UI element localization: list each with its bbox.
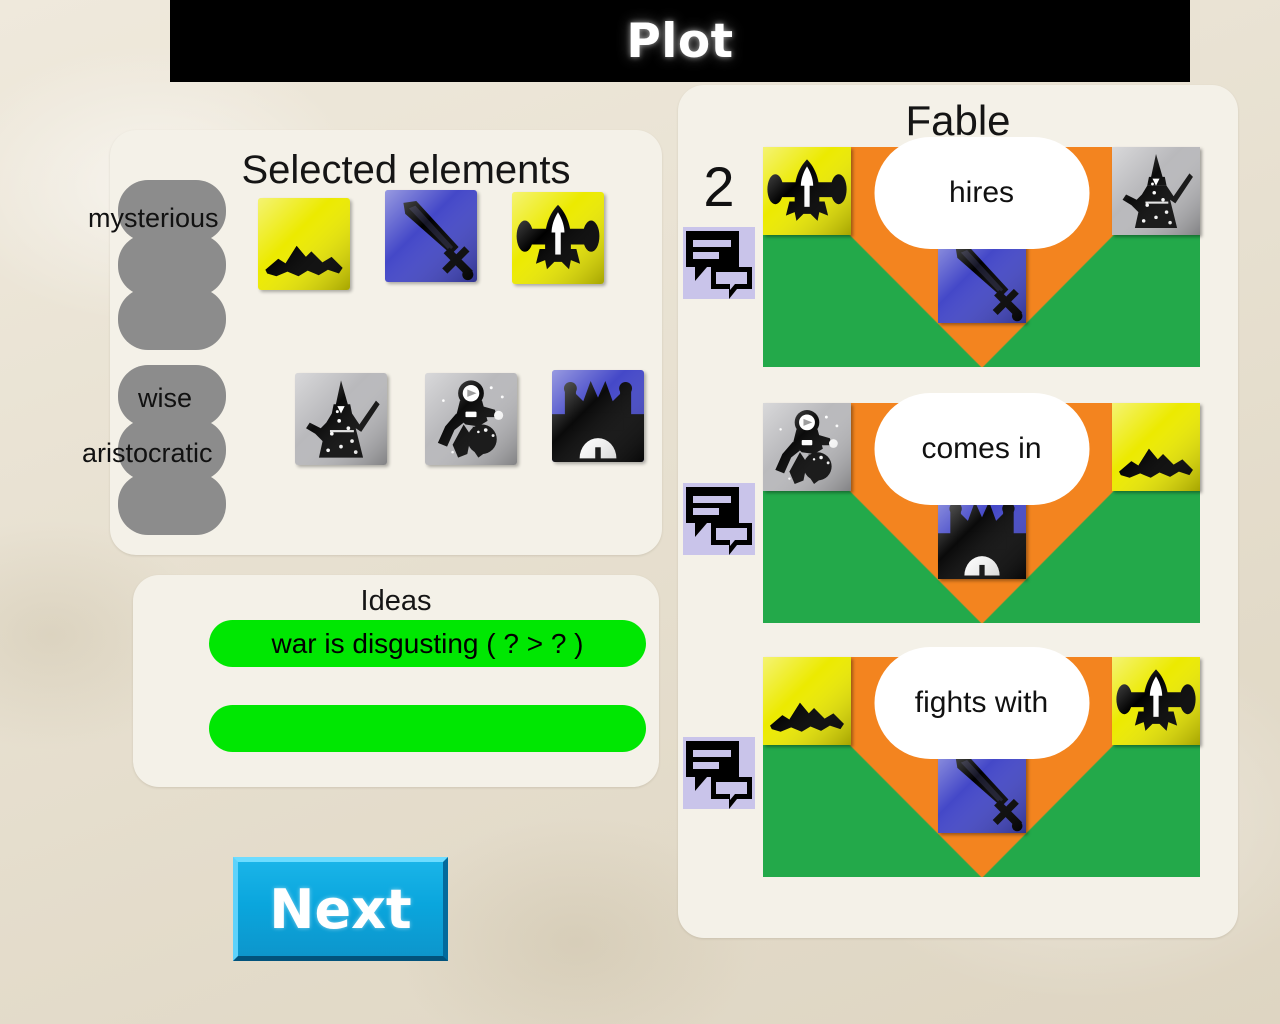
ideas-title: Ideas — [360, 585, 432, 617]
fable-row[interactable]: comes in — [683, 393, 1200, 623]
fable-tile-left[interactable] — [763, 147, 851, 235]
fable-tile-right[interactable] — [1112, 147, 1200, 235]
page-title: Plot — [626, 13, 734, 69]
selected-elements-panel: Selected elements mysterious wise aristo… — [82, 130, 662, 555]
tag-slot[interactable] — [118, 288, 226, 350]
tag-label-wise: wise — [138, 383, 193, 413]
idea-item[interactable] — [209, 705, 646, 752]
tag-slot[interactable] — [118, 234, 226, 296]
title-bar: Plot — [170, 0, 1190, 82]
relation-text: fights with — [914, 686, 1049, 719]
relation-text: hires — [948, 176, 1015, 209]
relation-bubble[interactable]: fights with — [874, 647, 1089, 759]
element-tile-astronaut[interactable] — [425, 373, 517, 465]
tag-label-mysterious: mysterious — [88, 203, 219, 233]
fable-tile-right[interactable] — [1112, 657, 1200, 745]
element-tile-airplane[interactable] — [512, 192, 604, 284]
fable-tile-left[interactable] — [763, 657, 851, 745]
fable-row-number: 2 — [703, 155, 735, 218]
tag-label-aristocratic: aristocratic — [82, 438, 213, 468]
fable-row[interactable]: 2 hires — [683, 137, 1200, 367]
fable-tile-left[interactable] — [763, 403, 851, 491]
element-tile-mountain[interactable] — [258, 198, 350, 290]
fable-panel: Fable 2 hires comes in fights with — [678, 85, 1238, 938]
element-tile-wizard[interactable] — [295, 373, 387, 465]
relation-text: comes in — [921, 432, 1042, 465]
selected-elements-title: Selected elements — [241, 148, 571, 192]
element-tile-castle[interactable] — [552, 370, 644, 462]
speech-bubble-icon[interactable] — [683, 483, 755, 555]
ideas-panel: Ideas war is disgusting ( ? > ? ) — [133, 575, 659, 787]
next-button[interactable]: Next — [233, 857, 448, 961]
next-button-label: Next — [269, 877, 412, 941]
speech-bubble-icon[interactable] — [683, 227, 755, 299]
relation-bubble[interactable]: hires — [874, 137, 1089, 249]
idea-item[interactable]: war is disgusting ( ? > ? ) — [209, 620, 646, 667]
idea-text: war is disgusting ( ? > ? ) — [271, 627, 584, 659]
tag-slot[interactable] — [118, 473, 226, 535]
fable-row[interactable]: fights with — [683, 647, 1200, 877]
relation-bubble[interactable]: comes in — [874, 393, 1089, 505]
fable-tile-right[interactable] — [1112, 403, 1200, 491]
speech-bubble-icon[interactable] — [683, 737, 755, 809]
element-tile-sword[interactable] — [385, 190, 477, 282]
